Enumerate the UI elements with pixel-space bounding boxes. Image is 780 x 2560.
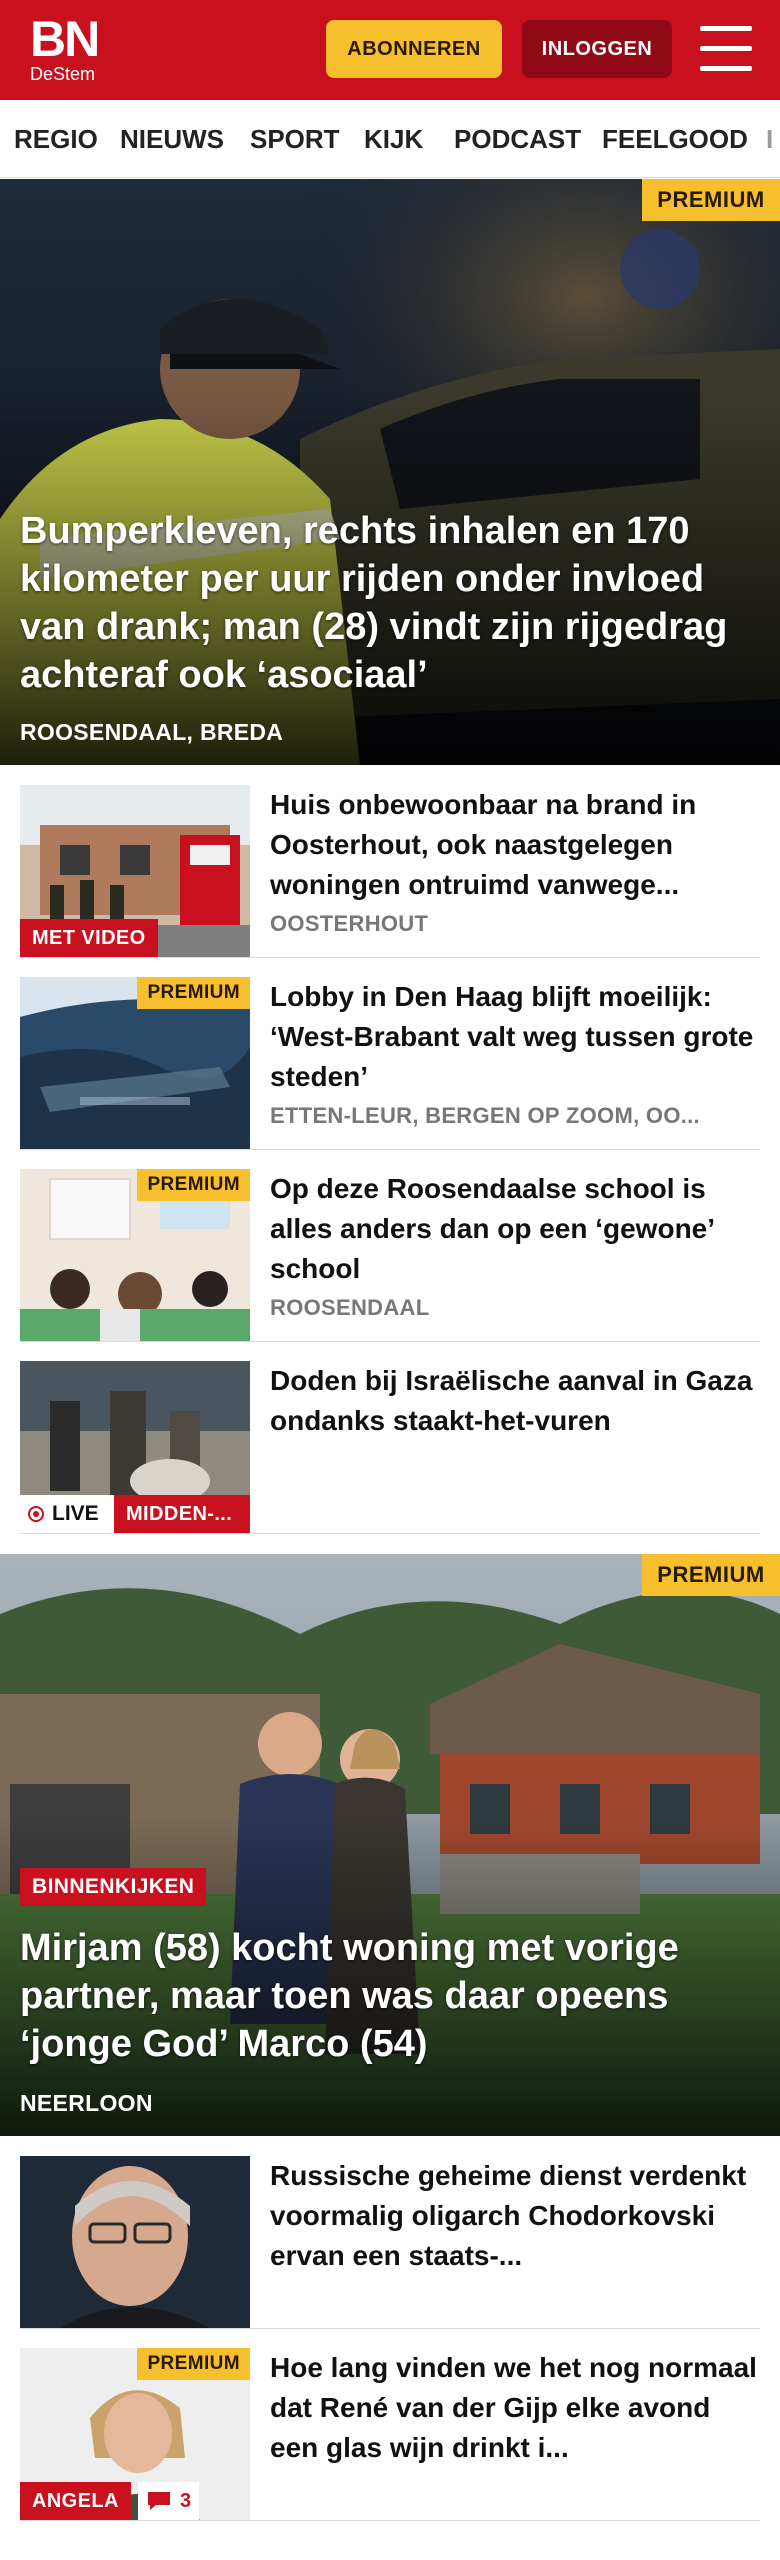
- nav-item-podcast[interactable]: PODCAST: [454, 100, 581, 177]
- article-thumbnail: PREMIUM: [20, 977, 250, 1149]
- category-tag: BINNENKIJKEN: [20, 1868, 207, 1906]
- article-thumbnail: PREMIUM ANGELA 3: [20, 2348, 250, 2520]
- live-label: LIVE: [52, 1502, 99, 1525]
- hero-title[interactable]: Bumperkleven, rechts inhalen en 170 kilo…: [20, 507, 760, 699]
- list-item[interactable]: PREMIUM Lobby in Den Haag blijft moeilij…: [20, 977, 760, 1150]
- login-button[interactable]: INLOGGEN: [522, 20, 672, 78]
- article-location: OOSTERHOUT: [270, 911, 429, 936]
- hero-location: ROOSENDAAL, BREDA: [20, 719, 284, 745]
- hero-title[interactable]: Mirjam (58) kocht woning met vorige part…: [20, 1924, 760, 2068]
- list-item[interactable]: MET VIDEO Huis onbewoonbaar na brand in …: [20, 785, 760, 958]
- list-item[interactable]: Russische geheime dienst verdenkt voorma…: [20, 2156, 760, 2329]
- hero-article-2[interactable]: PREMIUM BINNENKIJKEN Mirjam (58) kocht w…: [0, 1554, 780, 2136]
- list-item[interactable]: PREMIUM ANGELA 3 Hoe lang vinden we het …: [20, 2348, 760, 2521]
- live-dot-icon: [28, 1506, 44, 1522]
- nav-item-sport[interactable]: SPORT: [250, 100, 340, 177]
- premium-badge: PREMIUM: [137, 1169, 250, 1201]
- article-location: ROOSENDAAL: [270, 1295, 430, 1320]
- top-header: BN DeStem ABONNEREN INLOGGEN: [0, 0, 780, 100]
- list-item[interactable]: LIVE MIDDEN-... Doden bij Israëlische aa…: [20, 1361, 760, 1534]
- article-title[interactable]: Doden bij Israëlische aanval in Gaza ond…: [270, 1361, 760, 1441]
- section-nav: REGIO NIEUWS SPORT KIJK PODCAST FEELGOOD…: [0, 100, 780, 178]
- nav-item-regio[interactable]: REGIO: [14, 100, 98, 177]
- logo-main: BN: [30, 11, 100, 67]
- article-title[interactable]: Hoe lang vinden we het nog normaal dat R…: [270, 2348, 760, 2468]
- premium-badge: PREMIUM: [642, 1554, 780, 1596]
- premium-badge: PREMIUM: [137, 2348, 250, 2380]
- premium-badge: PREMIUM: [642, 179, 780, 221]
- logo-sub: DeStem: [30, 64, 96, 84]
- category-tag: MIDDEN-...: [114, 1495, 250, 1533]
- hamburger-menu-icon[interactable]: [700, 26, 752, 72]
- nav-item-more[interactable]: I: [766, 100, 773, 177]
- hero-location: NEERLOON: [20, 2090, 153, 2116]
- article-thumbnail: MET VIDEO: [20, 785, 250, 957]
- nav-item-feelgood[interactable]: FEELGOOD: [602, 100, 748, 177]
- article-thumbnail: LIVE MIDDEN-...: [20, 1361, 250, 1533]
- list-item[interactable]: PREMIUM Op deze Roosendaalse school is a…: [20, 1169, 760, 1342]
- article-title[interactable]: Op deze Roosendaalse school is alles and…: [270, 1169, 760, 1289]
- article-title[interactable]: Huis onbewoonbaar na brand in Oosterhout…: [270, 785, 760, 905]
- comment-icon: [148, 2492, 170, 2510]
- article-title[interactable]: Lobby in Den Haag blijft moeilijk: ‘West…: [270, 977, 760, 1097]
- premium-badge: PREMIUM: [137, 977, 250, 1009]
- article-title[interactable]: Russische geheime dienst verdenkt voorma…: [270, 2156, 760, 2276]
- comment-count[interactable]: 3: [138, 2482, 200, 2520]
- thumbnail-image-portrait: [20, 2156, 250, 2328]
- video-tag: MET VIDEO: [20, 919, 158, 957]
- hero-article-1[interactable]: PREMIUM Bumperkleven, rechts inhalen en …: [0, 179, 780, 765]
- site-logo[interactable]: BN DeStem: [30, 14, 110, 86]
- nav-item-kijk[interactable]: KIJK: [364, 100, 423, 177]
- comment-count-value: 3: [180, 2489, 192, 2512]
- article-location: ETTEN-LEUR, BERGEN OP ZOOM, OO...: [270, 1103, 700, 1128]
- live-indicator: LIVE: [20, 1495, 114, 1533]
- nav-item-nieuws[interactable]: NIEUWS: [120, 100, 224, 177]
- article-thumbnail: [20, 2156, 250, 2328]
- author-tag: ANGELA: [20, 2482, 131, 2520]
- subscribe-button[interactable]: ABONNEREN: [326, 20, 502, 78]
- article-thumbnail: PREMIUM: [20, 1169, 250, 1341]
